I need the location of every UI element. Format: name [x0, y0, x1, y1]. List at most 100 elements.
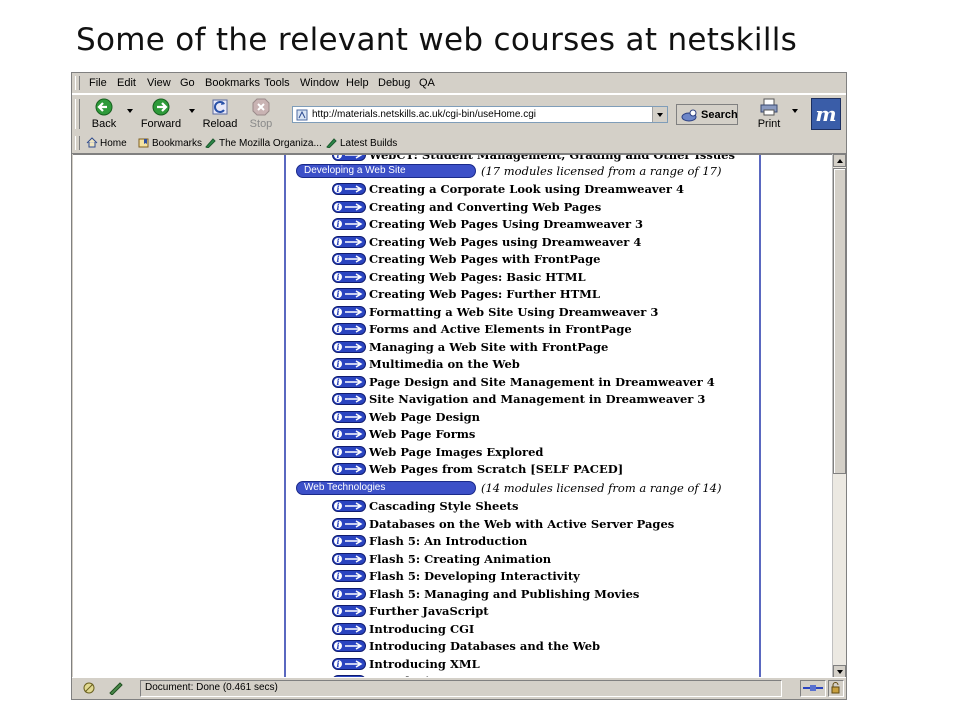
info-arrow-icon[interactable]: i — [332, 445, 366, 458]
course-title[interactable]: Formatting a Web Site Using Dreamweaver … — [369, 305, 658, 319]
navigator-icon[interactable] — [82, 681, 96, 695]
course-title[interactable]: Managing a Web Site with FrontPage — [369, 340, 608, 354]
url-text[interactable]: http://materials.netskills.ac.uk/cgi-bin… — [312, 109, 536, 120]
course-title[interactable]: Site Navigation and Management in Dreamw… — [369, 392, 705, 406]
course-title[interactable]: Further JavaScript — [369, 604, 489, 618]
printer-icon — [760, 98, 778, 116]
info-arrow-icon[interactable]: i — [332, 340, 366, 353]
course-title[interactable]: WebCT: Student Management, Grading and O… — [369, 155, 735, 162]
menu-tools[interactable]: Tools — [264, 77, 290, 89]
menu-bookmarks[interactable]: Bookmarks — [205, 77, 260, 89]
latest-builds-link[interactable]: Latest Builds — [326, 137, 397, 149]
course-title[interactable]: Creating Web Pages: Further HTML — [369, 287, 600, 301]
info-arrow-icon[interactable]: i — [332, 154, 366, 161]
url-bar[interactable]: http://materials.netskills.ac.uk/cgi-bin… — [292, 106, 668, 123]
info-arrow-icon[interactable]: i — [332, 552, 366, 565]
reload-button[interactable]: Reload — [200, 97, 240, 131]
personal-toolbar-grip[interactable] — [75, 136, 80, 150]
course-title[interactable]: Introducing CGI — [369, 622, 474, 636]
info-arrow-icon[interactable]: i — [332, 410, 366, 423]
info-arrow-icon[interactable]: i — [332, 622, 366, 635]
course-title[interactable]: Flash 5: Creating Animation — [369, 552, 551, 566]
stop-button[interactable]: Stop — [244, 97, 278, 131]
menu-go[interactable]: Go — [180, 77, 195, 89]
forward-button[interactable]: Forward — [138, 97, 184, 131]
security-indicator[interactable] — [828, 680, 844, 697]
info-arrow-icon[interactable]: i — [332, 323, 366, 335]
course-title[interactable]: Flash 5: An Introduction — [369, 534, 527, 548]
course-title[interactable]: Databases on the Web with Active Server … — [369, 517, 674, 531]
info-arrow-icon[interactable]: i — [332, 587, 366, 600]
course-title[interactable]: Cascading Style Sheets — [369, 499, 518, 513]
course-title[interactable]: Creating a Corporate Look using Dreamwea… — [369, 182, 684, 196]
category-header[interactable]: Web Technologies — [296, 481, 476, 495]
mozilla-org-label: The Mozilla Organiza... — [219, 138, 322, 149]
course-title[interactable]: Introducing XML — [369, 657, 480, 671]
info-arrow-icon[interactable]: i — [332, 657, 366, 670]
url-dropdown-icon[interactable] — [652, 107, 667, 122]
course-title[interactable]: Multimedia on the Web — [369, 357, 520, 371]
mozilla-logo[interactable]: m — [811, 98, 841, 130]
navbar-grip[interactable] — [75, 99, 80, 129]
menu-edit[interactable]: Edit — [117, 77, 136, 89]
info-arrow-icon[interactable]: i — [332, 393, 366, 405]
menu-debug[interactable]: Debug — [378, 77, 410, 89]
info-arrow-icon[interactable]: i — [332, 305, 366, 318]
mozilla-org-link[interactable]: The Mozilla Organiza... — [205, 137, 322, 149]
course-title[interactable]: Flash 5: Managing and Publishing Movies — [369, 587, 639, 601]
home-icon — [86, 137, 98, 148]
course-title[interactable]: Creating Web Pages with FrontPage — [369, 252, 601, 266]
compose-icon[interactable] — [108, 681, 124, 695]
home-button[interactable]: Home — [86, 137, 127, 149]
info-arrow-icon[interactable]: i — [332, 183, 366, 195]
print-dropdown-icon[interactable] — [792, 109, 798, 113]
course-title[interactable]: Web Page Images Explored — [369, 445, 543, 459]
course-title[interactable]: Forms and Active Elements in FrontPage — [369, 322, 632, 336]
info-arrow-icon[interactable]: i — [332, 640, 366, 652]
info-arrow-icon[interactable]: i — [332, 358, 366, 370]
info-arrow-icon[interactable]: i — [332, 200, 366, 213]
info-arrow-icon[interactable]: i — [332, 375, 366, 388]
course-title[interactable]: Flash 5: Developing Interactivity — [369, 569, 580, 583]
info-arrow-icon[interactable]: i — [332, 463, 366, 475]
back-dropdown-icon[interactable] — [127, 109, 133, 113]
info-arrow-icon[interactable]: i — [332, 288, 366, 300]
course-title[interactable]: Web Pages from Scratch [SELF PACED] — [369, 462, 623, 476]
category-header[interactable]: Developing a Web Site — [296, 164, 476, 178]
course-title[interactable]: Web Page Forms — [369, 427, 475, 441]
menubar-grip[interactable] — [75, 76, 80, 90]
course-title[interactable]: Creating and Converting Web Pages — [369, 200, 601, 214]
print-button[interactable]: Print — [754, 97, 784, 131]
online-indicator[interactable] — [800, 680, 826, 697]
menu-help[interactable]: Help — [346, 77, 369, 89]
menu-view[interactable]: View — [147, 77, 171, 89]
bookmarks-button[interactable]: Bookmarks — [138, 137, 202, 149]
menu-window[interactable]: Window — [300, 77, 339, 89]
scroll-up-icon[interactable] — [833, 154, 846, 167]
info-arrow-icon[interactable]: i — [332, 500, 366, 512]
scroll-thumb[interactable] — [833, 168, 846, 474]
info-arrow-icon[interactable]: i — [332, 535, 366, 547]
course-title[interactable]: Introducing Databases and the Web — [369, 639, 600, 653]
menu-file[interactable]: File — [89, 77, 107, 89]
course-title[interactable]: Web Page Design — [369, 410, 480, 424]
info-arrow-icon[interactable]: i — [332, 570, 366, 582]
info-arrow-icon[interactable]: i — [332, 605, 366, 617]
back-button[interactable]: Back — [86, 97, 122, 131]
search-button[interactable]: Search — [676, 104, 738, 125]
info-arrow-icon[interactable]: i — [332, 428, 366, 440]
course-title[interactable]: Creating Web Pages: Basic HTML — [369, 270, 586, 284]
menu-qa[interactable]: QA — [419, 77, 435, 89]
vertical-scrollbar[interactable] — [832, 154, 846, 678]
course-title[interactable]: Page Design and Site Management in Dream… — [369, 375, 715, 389]
info-arrow-icon[interactable]: i — [332, 517, 366, 530]
info-arrow-icon[interactable]: i — [332, 235, 366, 248]
info-arrow-icon[interactable]: i — [332, 270, 366, 283]
course-title[interactable]: Creating Web Pages Using Dreamweaver 3 — [369, 217, 643, 231]
course-title[interactable]: Creating Web Pages using Dreamweaver 4 — [369, 235, 641, 249]
forward-dropdown-icon[interactable] — [189, 109, 195, 113]
info-arrow-icon[interactable]: i — [332, 253, 366, 265]
info-arrow-icon[interactable]: i — [332, 218, 366, 230]
svg-text:i: i — [336, 641, 339, 651]
home-label: Home — [100, 138, 127, 149]
